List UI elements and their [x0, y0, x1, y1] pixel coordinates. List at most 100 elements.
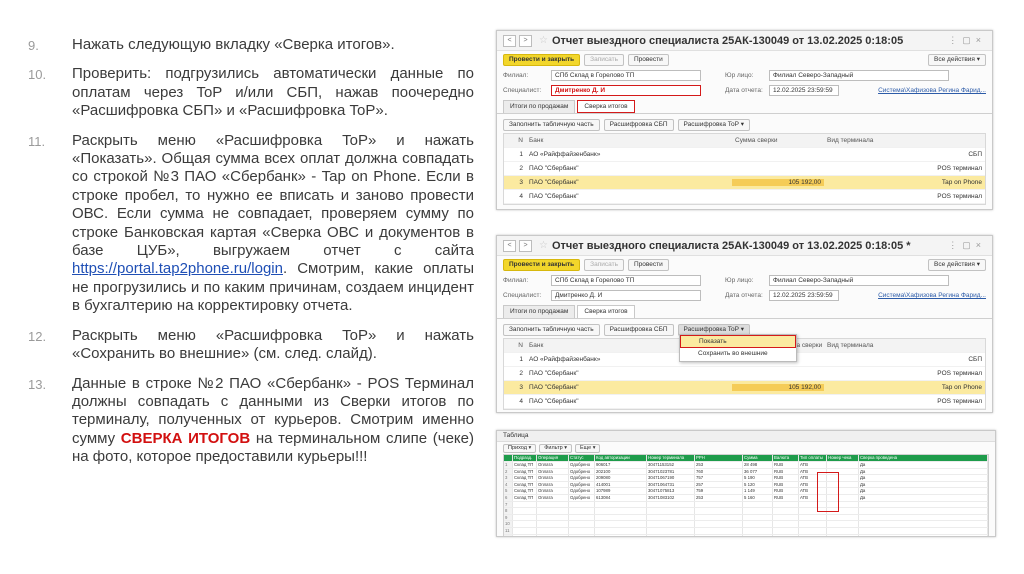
save-button[interactable]: Записать	[584, 53, 624, 66]
specialist-field[interactable]: Дмитренко Д. И	[551, 290, 701, 301]
reconciliation-table: N Банк Сумма сверки Вид терминала 1 АО «…	[503, 133, 986, 205]
menu-item-save-external[interactable]: Сохранить во внешние	[680, 348, 796, 361]
all-actions-button[interactable]: Все действия ▾	[928, 53, 986, 66]
table-row[interactable]: 4 ПАО "Сбербанк" POS терминал	[504, 395, 985, 409]
sheet-cell: Валюта	[773, 455, 799, 461]
sbp-breakdown-button[interactable]: Расшифровка СБП	[603, 323, 674, 336]
specialist-field[interactable]: Дмитренко Д. И	[551, 85, 701, 96]
window-controls-icon[interactable]: ⋮▢×	[948, 240, 986, 251]
table-row[interactable]: 1 АО «Райффайзенбанк» СБП	[504, 148, 985, 162]
tab-reconciliation[interactable]: Сверка итогов	[577, 100, 635, 113]
sheet-cell: RUB	[773, 488, 799, 494]
sheet-cell: Статус	[569, 455, 595, 461]
sheet-cell: 4	[504, 481, 513, 488]
instruction-list: 9. Нажать следующую вкладку «Сверка итог…	[28, 36, 474, 478]
cell-type: Tap on Phone	[941, 179, 982, 186]
table-row[interactable]: 2 ПАО "Сбербанк" POS терминал	[504, 367, 985, 381]
table-row-selected[interactable]: 3 ПАО "Сбербанк" 105 192,00 Tap on Phone	[504, 176, 985, 190]
table-row[interactable]: 2 ПАО "Сбербанк" POS терминал	[504, 162, 985, 176]
table-row[interactable]: 4 ПАО "Сбербанк" POS терминал	[504, 190, 985, 204]
table-row-selected[interactable]: 3 ПАО "Сбербанк" 105 192,00 Tap on Phone	[504, 381, 985, 395]
sheet-row[interactable]: 7	[504, 501, 988, 509]
post-button[interactable]: Провести	[627, 258, 669, 271]
favorite-star-icon[interactable]: ☆	[539, 35, 548, 46]
responsible-link[interactable]: Система\Хафизова Регина Фарид...	[878, 292, 986, 299]
step-text: Нажать следующую вкладку «Сверка итогов»…	[72, 36, 395, 53]
sheet-cell	[569, 508, 595, 514]
cell-n: 4	[519, 398, 523, 405]
sheet-cell: 10	[504, 521, 513, 527]
sheet-cell	[513, 521, 537, 527]
sheet-row[interactable]: 1 Склад ТП Оплата Одобрено 906017 30471153152…	[504, 462, 988, 469]
menu-item-show[interactable]: Показать	[680, 335, 796, 348]
sheet-row[interactable]: 10	[504, 521, 988, 528]
sheet-cell	[827, 527, 859, 534]
branch-row: Филиал: СПб Склад в Горелово ТП Юр лицо:…	[497, 273, 992, 288]
report-date-field[interactable]: 12.02.2025 23:59:59	[769, 85, 839, 96]
sheet-tool-button[interactable]: Фильтр ▾	[539, 443, 572, 453]
branch-field[interactable]: СПб Склад в Горелово ТП	[551, 70, 701, 81]
sheet-row[interactable]: 3 Склад ТП Оплата Одобрено 209080 30471067190…	[504, 475, 988, 482]
tab-bar: Итоги по продажам Сверка итогов	[497, 98, 992, 114]
post-and-close-button[interactable]: Провести и закрыть	[503, 258, 581, 271]
legal-entity-field[interactable]: Филиал Северо-Западный	[769, 70, 949, 81]
back-arrow-icon[interactable]: <	[503, 239, 516, 252]
sheet-cell	[647, 521, 695, 527]
sheet-cell: Номер терминала	[647, 455, 695, 461]
sheet-cell: Оплата	[537, 488, 569, 494]
portal-link[interactable]: https://portal.tap2phone.ru/login	[72, 260, 283, 277]
col-terminal-type: Вид терминала	[827, 342, 874, 349]
sheet-tool-button[interactable]: Еще ▾	[574, 443, 601, 453]
sheet-cell	[695, 514, 743, 521]
sheet-cell: Да	[859, 475, 988, 481]
sheet-header-row: Подразд. Операция Статус Код авторизации Ном…	[504, 455, 988, 462]
sheet-row[interactable]: 8	[504, 508, 988, 515]
save-button[interactable]: Записать	[584, 258, 624, 271]
sheet-row[interactable]: 9	[504, 514, 988, 522]
sheet-tool-button[interactable]: Приход ▾	[503, 443, 537, 453]
top-breakdown-button[interactable]: Расшифровка ToP ▾	[677, 118, 750, 131]
sheet-title: Таблица	[497, 431, 995, 442]
forward-arrow-icon[interactable]: >	[519, 34, 532, 47]
tab-sales-totals[interactable]: Итоги по продажам	[503, 305, 576, 318]
tab-reconciliation[interactable]: Сверка итогов	[577, 305, 635, 318]
responsible-link[interactable]: Система\Хафизова Регина Фарид...	[878, 87, 986, 94]
favorite-star-icon[interactable]: ☆	[539, 240, 548, 251]
window-titlebar: < > ☆ Отчет выездного специалиста 25АК-1…	[497, 31, 992, 51]
step-13: 13. Данные в строке №2 ПАО «Сбербанк» - …	[28, 375, 474, 467]
sheet-row[interactable]: 12	[504, 534, 988, 536]
sheet-cell	[859, 521, 988, 527]
tab-sales-totals[interactable]: Итоги по продажам	[503, 100, 576, 113]
back-arrow-icon[interactable]: <	[503, 34, 516, 47]
sheet-row[interactable]: 6 Склад ТП Оплата Одобрено 613084 30471083102…	[504, 494, 988, 502]
sheet-cell: 30471083102	[647, 494, 695, 501]
sheet-cell: 5 190	[743, 475, 773, 481]
sheet-row[interactable]: 4 Склад ТП Оплата Одобрено 414001 30471064731…	[504, 481, 988, 489]
forward-arrow-icon[interactable]: >	[519, 239, 532, 252]
report-date-label: Дата отчета:	[725, 87, 763, 94]
legal-entity-field[interactable]: Филиал Северо-Западный	[769, 275, 949, 286]
sheet-row[interactable]: 2 Склад ТП Оплата Одобрено 202100 30471023781…	[504, 468, 988, 476]
post-and-close-button[interactable]: Провести и закрыть	[503, 53, 581, 66]
sheet-row[interactable]: 11	[504, 527, 988, 535]
sheet-cell	[504, 455, 513, 461]
post-button[interactable]: Провести	[627, 53, 669, 66]
step-9: 9. Нажать следующую вкладку «Сверка итог…	[28, 36, 474, 54]
cell-bank: ПАО "Сбербанк"	[529, 384, 579, 391]
fill-table-button[interactable]: Заполнить табличную часть	[503, 323, 600, 336]
cell-bank: ПАО "Сбербанк"	[529, 370, 579, 377]
fill-table-button[interactable]: Заполнить табличную часть	[503, 118, 600, 131]
sheet-row[interactable]: 5 Склад ТП Оплата Одобрено 107989 30471075813…	[504, 488, 988, 495]
sheet-cell: Да	[859, 468, 988, 475]
branch-field[interactable]: СПб Склад в Горелово ТП	[551, 275, 701, 286]
report-date-field[interactable]: 12.02.2025 23:59:59	[769, 290, 839, 301]
sheet-cell	[799, 534, 827, 536]
all-actions-button[interactable]: Все действия ▾	[928, 258, 986, 271]
sbp-breakdown-button[interactable]: Расшифровка СБП	[603, 118, 674, 131]
sheet-cell: 253	[695, 494, 743, 501]
sheet-cell	[827, 521, 859, 527]
window-controls-icon[interactable]: ⋮▢×	[948, 35, 986, 46]
sheet-cell: Одобрено	[569, 468, 595, 475]
sheet-cell: RUB	[773, 494, 799, 501]
sheet-cell: RUB	[773, 481, 799, 488]
